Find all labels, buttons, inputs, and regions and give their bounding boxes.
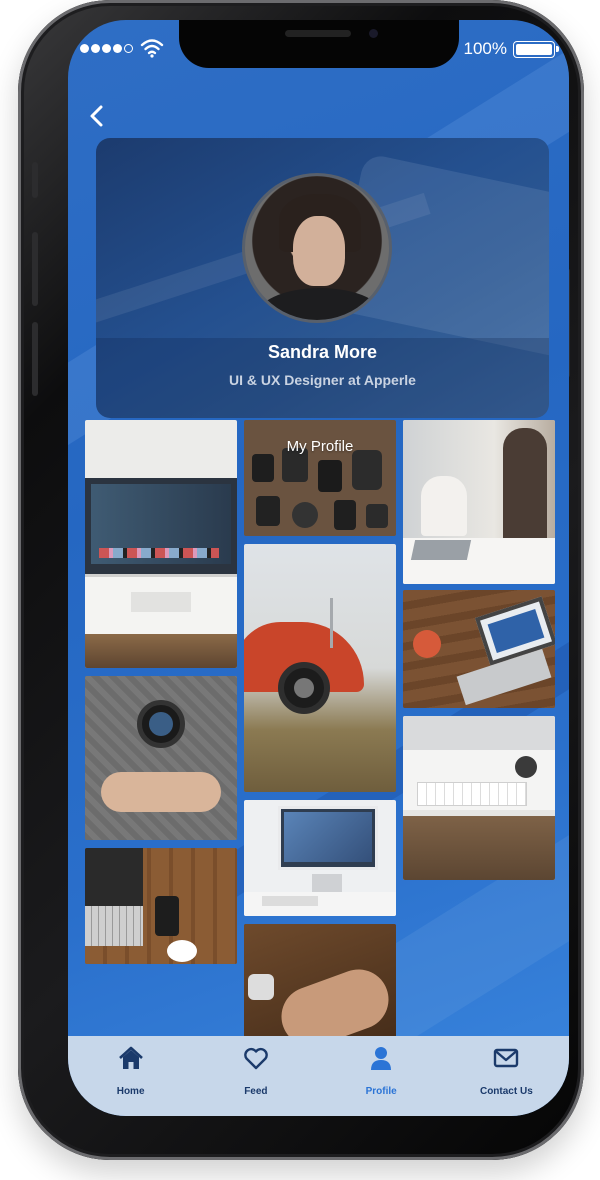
gallery-photo-woman-laptop[interactable] (403, 420, 555, 584)
volume-down-button (32, 322, 38, 396)
gallery-title: My Profile (286, 438, 354, 455)
gallery-photo-laptop-desk[interactable] (403, 590, 555, 708)
tab-home[interactable]: Home (68, 1036, 193, 1116)
tab-label: Home (116, 1086, 145, 1097)
heart-icon (244, 1047, 268, 1070)
tab-label: Profile (365, 1086, 397, 1097)
tab-label: Contact Us (479, 1086, 533, 1097)
photo-gallery: My Profile (68, 20, 569, 1116)
volume-up-button (32, 232, 38, 306)
envelope-icon (494, 1048, 519, 1068)
gallery-photo-laptop-phone-coffee[interactable] (85, 848, 237, 964)
phone-frame: 100% Sandra More UI & UX Designer at App… (18, 0, 584, 1160)
tab-label: Feed (244, 1086, 268, 1097)
gallery-photo-tv-stand[interactable] (85, 420, 237, 668)
user-icon (371, 1047, 392, 1070)
tab-contact-us[interactable]: Contact Us (444, 1036, 569, 1116)
gallery-photo-imac-desk[interactable] (244, 800, 396, 916)
tab-profile[interactable]: Profile (319, 1036, 444, 1116)
tab-feed[interactable]: Feed (193, 1036, 318, 1116)
mute-switch (32, 162, 38, 198)
gallery-photo-keyboard-imac[interactable] (403, 716, 555, 880)
gallery-photo-camera-hands[interactable] (85, 676, 237, 840)
gallery-photo-red-car[interactable] (244, 544, 396, 792)
home-icon (118, 1046, 143, 1069)
tab-bar: Home Feed Profile Contact Us (68, 1036, 569, 1116)
screen: 100% Sandra More UI & UX Designer at App… (68, 20, 569, 1116)
